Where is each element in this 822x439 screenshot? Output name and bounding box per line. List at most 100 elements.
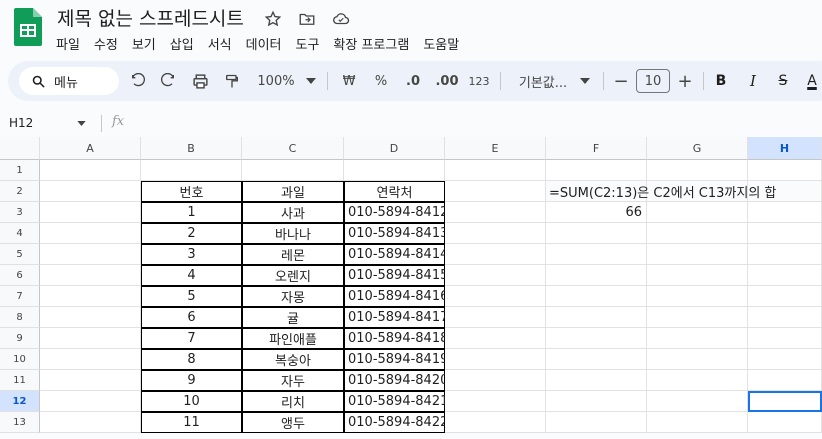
cell-c13[interactable]: 앵두 xyxy=(242,412,344,433)
cell-a9[interactable] xyxy=(40,328,141,349)
column-header-b[interactable]: B xyxy=(141,137,242,160)
cell-d10[interactable]: 010-5894-8419 xyxy=(344,349,448,370)
cell-g13[interactable] xyxy=(647,412,748,433)
cell-g4[interactable] xyxy=(647,223,748,244)
zoom-select[interactable]: 100% xyxy=(252,67,300,95)
select-all-corner[interactable] xyxy=(0,137,40,160)
star-icon[interactable] xyxy=(262,8,284,30)
cell-h13[interactable] xyxy=(748,412,822,433)
cell-b7[interactable]: 5 xyxy=(141,286,242,307)
paint-format-icon[interactable] xyxy=(220,67,244,95)
cell-a4[interactable] xyxy=(40,223,141,244)
font-size-decrease-button[interactable]: − xyxy=(610,67,632,95)
cell-e7[interactable] xyxy=(445,286,546,307)
menu-help[interactable]: 도움말 xyxy=(423,34,467,53)
row-header-12[interactable]: 12 xyxy=(0,391,40,412)
cell-e6[interactable] xyxy=(445,265,546,286)
cell-d6[interactable]: 010-5894-8415 xyxy=(344,265,448,286)
name-box[interactable]: H12 xyxy=(0,108,100,138)
menu-format[interactable]: 서식 xyxy=(208,34,240,53)
cell-h8[interactable] xyxy=(748,307,822,328)
cell-a11[interactable] xyxy=(40,370,141,391)
cell-b3[interactable]: 1 xyxy=(141,202,242,223)
menu-insert[interactable]: 삽입 xyxy=(170,34,202,53)
font-select[interactable]: 기본값... xyxy=(510,67,576,95)
cell-a5[interactable] xyxy=(40,244,141,265)
cell-b8[interactable]: 6 xyxy=(141,307,242,328)
cell-a3[interactable] xyxy=(40,202,141,223)
row-header-8[interactable]: 8 xyxy=(0,307,40,328)
cell-f12[interactable] xyxy=(546,391,647,412)
column-header-e[interactable]: E xyxy=(445,137,546,160)
cell-a8[interactable] xyxy=(40,307,141,328)
menu-data[interactable]: 데이터 xyxy=(246,34,290,53)
column-header-d[interactable]: D xyxy=(344,137,445,160)
row-header-10[interactable]: 10 xyxy=(0,349,40,370)
cell-b9[interactable]: 7 xyxy=(141,328,242,349)
cell-h12[interactable] xyxy=(748,391,822,412)
cell-g9[interactable] xyxy=(647,328,748,349)
column-header-h[interactable]: H xyxy=(748,137,822,160)
decrease-decimal-button[interactable]: .0 xyxy=(399,67,427,95)
font-chevron-down-icon[interactable] xyxy=(576,67,594,95)
font-size-increase-button[interactable]: + xyxy=(674,67,696,95)
cell-h10[interactable] xyxy=(748,349,822,370)
bold-button[interactable]: B xyxy=(710,67,732,95)
cell-a1[interactable] xyxy=(40,160,141,181)
cell-f5[interactable] xyxy=(546,244,647,265)
cell-g8[interactable] xyxy=(647,307,748,328)
cell-b2[interactable]: 번호 xyxy=(141,181,242,202)
cell-d3[interactable]: 010-5894-8412 xyxy=(344,202,448,223)
formula-input[interactable] xyxy=(135,110,822,136)
menu-file[interactable]: 파일 xyxy=(56,34,88,53)
cell-b11[interactable]: 9 xyxy=(141,370,242,391)
row-header-5[interactable]: 5 xyxy=(0,244,40,265)
row-header-3[interactable]: 3 xyxy=(0,202,40,223)
cell-a2[interactable] xyxy=(40,181,141,202)
cell-e8[interactable] xyxy=(445,307,546,328)
undo-icon[interactable] xyxy=(126,67,150,95)
cell-e9[interactable] xyxy=(445,328,546,349)
text-color-button[interactable]: A xyxy=(802,67,822,95)
cell-f4[interactable] xyxy=(546,223,647,244)
cell-c2[interactable]: 과일 xyxy=(242,181,344,202)
cell-c1[interactable] xyxy=(242,160,344,181)
menu-extensions[interactable]: 확장 프로그램 xyxy=(333,34,417,53)
cell-e12[interactable] xyxy=(445,391,546,412)
menu-edit[interactable]: 수정 xyxy=(94,34,126,53)
row-header-9[interactable]: 9 xyxy=(0,328,40,349)
menu-tools[interactable]: 도구 xyxy=(296,34,328,53)
cell-d4[interactable]: 010-5894-8413 xyxy=(344,223,448,244)
cell-h9[interactable] xyxy=(748,328,822,349)
cell-h5[interactable] xyxy=(748,244,822,265)
cell-e4[interactable] xyxy=(445,223,546,244)
percent-button[interactable]: % xyxy=(369,67,393,95)
cell-e13[interactable] xyxy=(445,412,546,433)
cell-c8[interactable]: 귤 xyxy=(242,307,344,328)
cell-c5[interactable]: 레몬 xyxy=(242,244,344,265)
cell-c10[interactable]: 복숭아 xyxy=(242,349,344,370)
row-header-11[interactable]: 11 xyxy=(0,370,40,391)
cell-c6[interactable]: 오렌지 xyxy=(242,265,344,286)
cell-d13[interactable]: 010-5894-8422 xyxy=(344,412,448,433)
cell-c7[interactable]: 자몽 xyxy=(242,286,344,307)
row-header-4[interactable]: 4 xyxy=(0,223,40,244)
cell-e3[interactable] xyxy=(445,202,546,223)
row-header-7[interactable]: 7 xyxy=(0,286,40,307)
cell-b13[interactable]: 11 xyxy=(141,412,242,433)
number-format-button[interactable]: 123 xyxy=(466,67,492,95)
chevron-down-icon[interactable] xyxy=(302,67,320,95)
cell-a13[interactable] xyxy=(40,412,141,433)
cell-g3[interactable] xyxy=(647,202,748,223)
cell-c11[interactable]: 자두 xyxy=(242,370,344,391)
redo-icon[interactable] xyxy=(156,67,180,95)
print-icon[interactable] xyxy=(188,67,212,95)
cell-g11[interactable] xyxy=(647,370,748,391)
cell-a7[interactable] xyxy=(40,286,141,307)
cell-d8[interactable]: 010-5894-8417 xyxy=(344,307,448,328)
cell-f3[interactable]: 66 xyxy=(546,202,647,223)
cell-d9[interactable]: 010-5894-8418 xyxy=(344,328,448,349)
column-header-c[interactable]: C xyxy=(242,137,344,160)
row-header-1[interactable]: 1 xyxy=(0,160,40,181)
cell-f10[interactable] xyxy=(546,349,647,370)
